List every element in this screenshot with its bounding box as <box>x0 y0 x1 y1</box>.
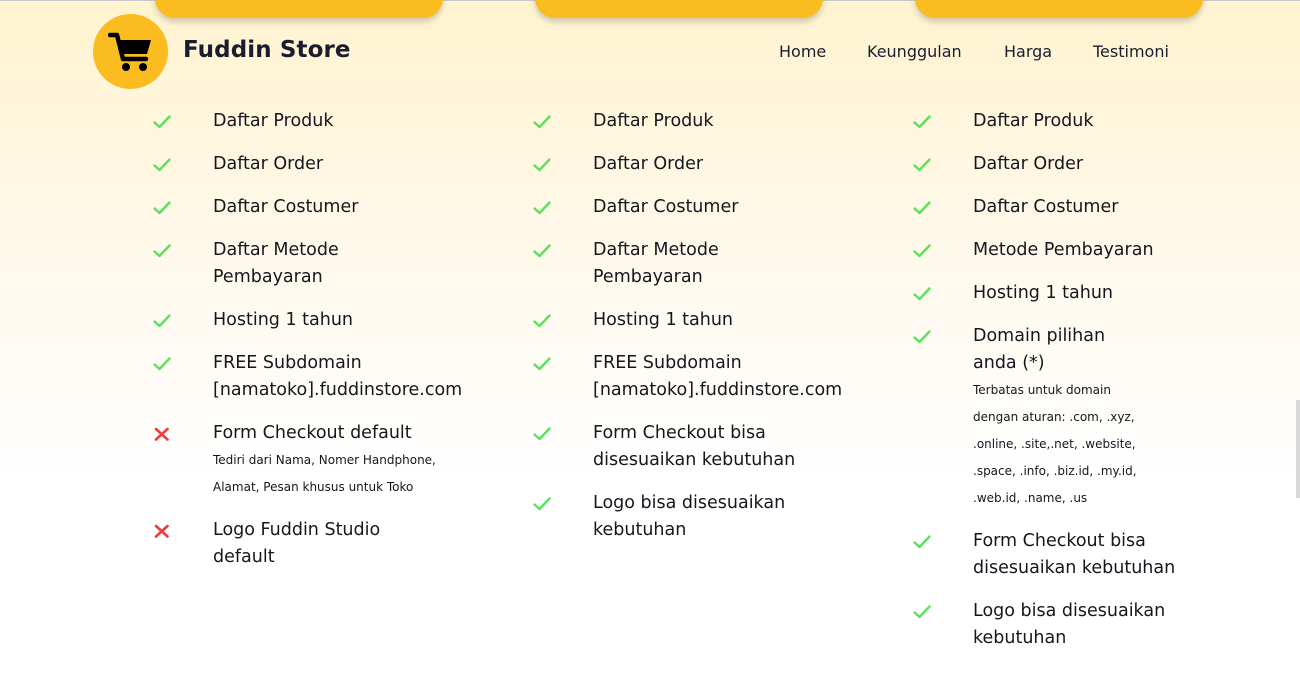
feature-item: Logo bisa disesuaikan kebutuhan <box>532 490 862 544</box>
feature-text: Logo Fuddin Studio default <box>213 520 381 567</box>
check-icon <box>913 244 931 258</box>
check-icon <box>153 314 171 328</box>
feature-item: Form Checkout bisa disesuaikan kebutuhan <box>532 420 862 474</box>
feature-text: Daftar Order <box>973 154 1084 174</box>
feature-item: Daftar Produk <box>152 108 482 135</box>
check-icon <box>153 244 171 258</box>
feature-item: Daftar Order <box>152 151 482 178</box>
check-icon <box>533 158 551 172</box>
feature-text: Daftar Metode Pembayaran <box>593 240 719 287</box>
feature-item: Metode Pembayaran <box>912 237 1242 264</box>
feature-item: Daftar Costumer <box>152 194 482 221</box>
brand-logo[interactable] <box>93 14 168 89</box>
feature-item: Hosting 1 tahun <box>152 307 482 334</box>
check-icon <box>533 314 551 328</box>
feature-item: Form Checkout default Tediri dari Nama, … <box>152 420 482 501</box>
feature-item: Hosting 1 tahun <box>912 280 1242 307</box>
check-icon <box>533 427 551 441</box>
feature-item: Logo Fuddin Studio default <box>152 517 482 571</box>
feature-text: Hosting 1 tahun <box>973 283 1114 303</box>
check-icon <box>153 115 171 129</box>
feature-item: Daftar Order <box>532 151 862 178</box>
feature-text: FREE Subdomain [namatoko].fuddinstore.co… <box>213 353 463 400</box>
feature-item: Daftar Order <box>912 151 1242 178</box>
nav-harga[interactable]: Harga <box>1004 42 1052 61</box>
feature-item: Hosting 1 tahun <box>532 307 862 334</box>
feature-text: Domain pilihan anda (*) <box>973 326 1106 373</box>
feature-item: Daftar Costumer <box>532 194 862 221</box>
feature-text: Hosting 1 tahun <box>593 310 734 330</box>
feature-text: Form Checkout bisa disesuaikan kebutuhan <box>593 423 796 470</box>
check-icon <box>913 287 931 301</box>
feature-text: Metode Pembayaran <box>973 240 1154 260</box>
feature-note: Tediri dari Nama, Nomer Handphone, Alama… <box>213 453 436 494</box>
feature-note: Terbatas untuk domain dengan aturan: .co… <box>973 383 1137 505</box>
plan-3-button[interactable] <box>915 0 1203 18</box>
feature-item: Form Checkout bisa disesuaikan kebutuhan <box>912 528 1242 582</box>
check-icon <box>533 244 551 258</box>
check-icon <box>533 115 551 129</box>
feature-item: FREE Subdomain [namatoko].fuddinstore.co… <box>152 350 482 404</box>
feature-text: Daftar Order <box>213 154 324 174</box>
nav-keunggulan[interactable]: Keunggulan <box>867 42 962 61</box>
check-icon <box>913 115 931 129</box>
feature-item: Daftar Produk <box>912 108 1242 135</box>
check-icon <box>913 535 931 549</box>
feature-text: Daftar Produk <box>213 111 334 131</box>
feature-text: FREE Subdomain [namatoko].fuddinstore.co… <box>593 353 843 400</box>
feature-item: Daftar Costumer <box>912 194 1242 221</box>
feature-item: Daftar Metode Pembayaran <box>532 237 862 291</box>
check-icon <box>913 605 931 619</box>
check-icon <box>153 158 171 172</box>
check-icon <box>533 357 551 371</box>
check-icon <box>913 158 931 172</box>
feature-item: Domain pilihan anda (*) Terbatas untuk d… <box>912 323 1242 512</box>
feature-text: Daftar Costumer <box>973 197 1119 217</box>
feature-text: Daftar Metode Pembayaran <box>213 240 339 287</box>
feature-text: Daftar Costumer <box>593 197 739 217</box>
feature-text: Logo bisa disesuaikan kebutuhan <box>593 493 786 540</box>
feature-item: Daftar Metode Pembayaran <box>152 237 482 291</box>
plan-2-feature-list: Daftar Produk Daftar Order Daftar Costum… <box>532 108 862 560</box>
feature-item: Daftar Produk <box>532 108 862 135</box>
check-icon <box>913 330 931 344</box>
check-icon <box>533 201 551 215</box>
plan-2-button[interactable] <box>535 0 823 18</box>
cross-icon <box>154 524 169 538</box>
check-icon <box>913 201 931 215</box>
feature-text: Daftar Produk <box>973 111 1094 131</box>
plan-1-button[interactable] <box>155 0 443 18</box>
feature-text: Hosting 1 tahun <box>213 310 354 330</box>
feature-text: Daftar Produk <box>593 111 714 131</box>
feature-item: Logo bisa disesuaikan kebutuhan <box>912 598 1242 652</box>
plan-3-feature-list: Daftar Produk Daftar Order Daftar Costum… <box>912 108 1242 668</box>
shopping-cart-icon <box>107 32 151 71</box>
feature-text: Form Checkout default <box>213 423 412 443</box>
check-icon <box>153 201 171 215</box>
check-icon <box>533 497 551 511</box>
feature-item: FREE Subdomain [namatoko].fuddinstore.co… <box>532 350 862 404</box>
scrollbar-thumb[interactable] <box>1296 400 1300 498</box>
brand-name[interactable]: Fuddin Store <box>183 37 351 63</box>
nav-home[interactable]: Home <box>779 42 826 61</box>
feature-text: Daftar Costumer <box>213 197 359 217</box>
feature-text: Form Checkout bisa disesuaikan kebutuhan <box>973 531 1176 578</box>
feature-text: Logo bisa disesuaikan kebutuhan <box>973 601 1166 648</box>
nav-testimoni[interactable]: Testimoni <box>1093 42 1169 61</box>
feature-text: Daftar Order <box>593 154 704 174</box>
cross-icon <box>154 427 169 441</box>
check-icon <box>153 357 171 371</box>
plan-1-feature-list: Daftar Produk Daftar Order Daftar Costum… <box>152 108 482 587</box>
